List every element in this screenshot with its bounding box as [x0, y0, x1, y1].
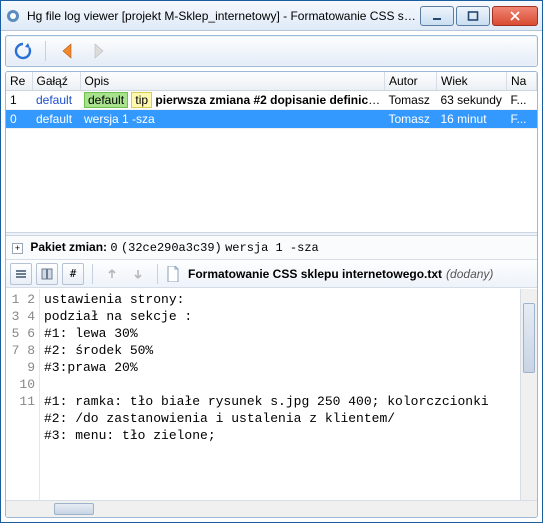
changeset-rev: 0: [110, 241, 117, 255]
back-button[interactable]: [56, 39, 80, 63]
file-name: Formatowanie CSS sklepu internetowego.tx…: [188, 267, 442, 281]
view-list-button[interactable]: [10, 263, 32, 285]
expand-toggle[interactable]: +: [12, 243, 23, 254]
file-status: (dodany): [446, 267, 493, 281]
cell-name: F...: [507, 110, 537, 129]
cell-desc: wersja 1 -sza: [80, 110, 385, 129]
cell-desc: default tip pierwsza zmiana #2 dopisanie…: [80, 91, 385, 110]
badge-tip: tip: [131, 92, 152, 108]
col-rev[interactable]: Re: [6, 72, 32, 91]
code-pane[interactable]: ustawienia strony: podział na sekcje : #…: [40, 289, 520, 500]
app-icon: [5, 8, 21, 24]
close-button[interactable]: [492, 6, 538, 26]
toolbar-separator: [45, 41, 46, 61]
window-title: Hg file log viewer [projekt M-Sklep_inte…: [27, 9, 418, 23]
diff-prev-button[interactable]: [101, 263, 123, 285]
cell-name: F...: [507, 91, 537, 110]
minimize-button[interactable]: [420, 6, 454, 26]
cell-age: 16 minut: [437, 110, 507, 129]
horizontal-scrollbar[interactable]: [6, 500, 537, 517]
file-icon: [166, 266, 180, 282]
cell-age: 63 sekundy: [437, 91, 507, 110]
changeset-msg: wersja 1 -sza: [225, 241, 319, 255]
main-toolbar: [7, 37, 536, 65]
app-window: Hg file log viewer [projekt M-Sklep_inte…: [0, 0, 543, 523]
titlebar[interactable]: Hg file log viewer [projekt M-Sklep_inte…: [1, 1, 542, 31]
cell-rev: 1: [6, 91, 32, 110]
changeset-label: Pakiet zmian:: [30, 240, 107, 254]
toolbar-separator: [92, 264, 93, 284]
revision-grid[interactable]: Re Gałąź Opis Autor Wiek Na 1 default de…: [6, 72, 537, 232]
table-row[interactable]: 0 default wersja 1 -sza Tomasz 16 minut …: [6, 110, 537, 129]
maximize-button[interactable]: [456, 6, 490, 26]
col-desc[interactable]: Opis: [80, 72, 385, 91]
diff-next-button[interactable]: [127, 263, 149, 285]
refresh-button[interactable]: [11, 39, 35, 63]
cell-author: Tomasz: [385, 110, 437, 129]
badge-default: default: [84, 92, 128, 108]
table-row[interactable]: 1 default default tip pierwsza zmiana #2…: [6, 91, 537, 110]
cell-branch: default: [32, 91, 80, 110]
line-gutter: 1 2 3 4 5 6 7 8 9 10 11: [6, 289, 40, 500]
view-split-button[interactable]: [36, 263, 58, 285]
col-age[interactable]: Wiek: [437, 72, 507, 91]
changeset-hash: (32ce290a3c39): [121, 241, 222, 255]
vertical-scrollbar[interactable]: [520, 289, 537, 500]
diff-view: 1 2 3 4 5 6 7 8 9 10 11 ustawienia stron…: [6, 288, 537, 500]
scroll-thumb[interactable]: [523, 303, 535, 373]
scroll-thumb[interactable]: [54, 503, 94, 515]
col-name[interactable]: Na: [507, 72, 537, 91]
col-author[interactable]: Autor: [385, 72, 437, 91]
content-area: Re Gałąź Opis Autor Wiek Na 1 default de…: [5, 71, 538, 518]
grid-header-row: Re Gałąź Opis Autor Wiek Na: [6, 72, 537, 91]
hash-toggle-button[interactable]: #: [62, 263, 84, 285]
col-branch[interactable]: Gałąź: [32, 72, 80, 91]
toolbar-separator: [157, 264, 158, 284]
diff-toolbar: # Formatowanie CSS sklepu internetowego.…: [6, 260, 537, 288]
main-toolbar-frame: [5, 35, 538, 67]
forward-button[interactable]: [86, 39, 110, 63]
cell-author: Tomasz: [385, 91, 437, 110]
cell-branch: default: [32, 110, 80, 129]
changeset-header: + Pakiet zmian: 0 (32ce290a3c39) wersja …: [6, 236, 537, 260]
cell-rev: 0: [6, 110, 32, 129]
